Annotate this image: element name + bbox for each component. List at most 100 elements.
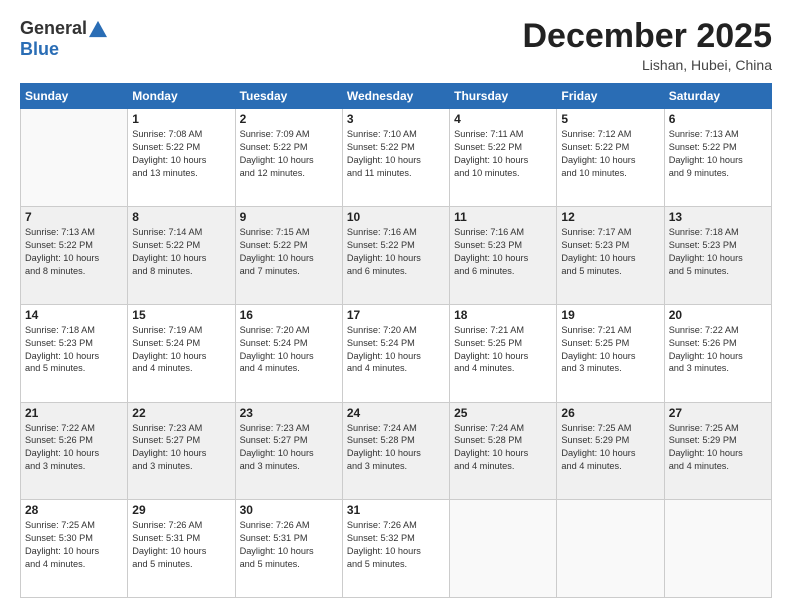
day-info: Sunrise: 7:16 AM Sunset: 5:22 PM Dayligh…: [347, 226, 445, 278]
day-info: Sunrise: 7:25 AM Sunset: 5:29 PM Dayligh…: [561, 422, 659, 474]
day-info: Sunrise: 7:26 AM Sunset: 5:32 PM Dayligh…: [347, 519, 445, 571]
calendar-cell: 23 Sunrise: 7:23 AM Sunset: 5:27 PM Dayli…: [235, 402, 342, 500]
day-info: Sunrise: 7:14 AM Sunset: 5:22 PM Dayligh…: [132, 226, 230, 278]
day-number: 31: [347, 503, 445, 517]
title-block: December 2025 Lishan, Hubei, China: [522, 18, 772, 73]
calendar-cell: 7Sunrise: 7:13 AM Sunset: 5:22 PM Daylig…: [21, 207, 128, 305]
calendar-cell: 2 Sunrise: 7:09 AM Sunset: 5:22 PM Daylig…: [235, 109, 342, 207]
day-info: Sunrise: 7:21 AM Sunset: 5:25 PM Dayligh…: [454, 324, 552, 376]
day-number: 16: [240, 308, 338, 322]
day-info: Sunrise: 7:18 AM Sunset: 5:23 PM Dayligh…: [25, 324, 123, 376]
day-info: Sunrise: 7:17 AM Sunset: 5:23 PM Dayligh…: [561, 226, 659, 278]
logo: General Blue: [20, 18, 107, 60]
day-number: 8: [132, 210, 230, 224]
day-number: 26: [561, 406, 659, 420]
day-number: 19: [561, 308, 659, 322]
weekday-header-sunday: Sunday: [21, 84, 128, 109]
calendar-cell: 19 Sunrise: 7:21 AM Sunset: 5:25 PM Dayli…: [557, 304, 664, 402]
day-info: Sunrise: 7:26 AM Sunset: 5:31 PM Dayligh…: [132, 519, 230, 571]
calendar-cell: 3Sunrise: 7:10 AM Sunset: 5:22 PM Daylig…: [342, 109, 449, 207]
day-number: 12: [561, 210, 659, 224]
calendar-cell: [21, 109, 128, 207]
day-info: Sunrise: 7:24 AM Sunset: 5:28 PM Dayligh…: [454, 422, 552, 474]
calendar-cell: 6Sunrise: 7:13 AM Sunset: 5:22 PM Daylig…: [664, 109, 771, 207]
day-info: Sunrise: 7:25 AM Sunset: 5:29 PM Dayligh…: [669, 422, 767, 474]
day-number: 21: [25, 406, 123, 420]
weekday-header-tuesday: Tuesday: [235, 84, 342, 109]
day-number: 4: [454, 112, 552, 126]
day-info: Sunrise: 7:23 AM Sunset: 5:27 PM Dayligh…: [240, 422, 338, 474]
day-number: 9: [240, 210, 338, 224]
calendar-cell: [664, 500, 771, 598]
calendar-cell: 8 Sunrise: 7:14 AM Sunset: 5:22 PM Daylig…: [128, 207, 235, 305]
day-info: Sunrise: 7:25 AM Sunset: 5:30 PM Dayligh…: [25, 519, 123, 571]
calendar-cell: 10 Sunrise: 7:16 AM Sunset: 5:22 PM Dayli…: [342, 207, 449, 305]
calendar-week-row: 7Sunrise: 7:13 AM Sunset: 5:22 PM Daylig…: [21, 207, 772, 305]
logo-text: General: [20, 18, 107, 39]
weekday-header-row: SundayMondayTuesdayWednesdayThursdayFrid…: [21, 84, 772, 109]
day-number: 2: [240, 112, 338, 126]
day-info: Sunrise: 7:16 AM Sunset: 5:23 PM Dayligh…: [454, 226, 552, 278]
day-number: 10: [347, 210, 445, 224]
day-info: Sunrise: 7:10 AM Sunset: 5:22 PM Dayligh…: [347, 128, 445, 180]
calendar-cell: 28Sunrise: 7:25 AM Sunset: 5:30 PM Dayli…: [21, 500, 128, 598]
calendar-week-row: 14 Sunrise: 7:18 AM Sunset: 5:23 PM Dayli…: [21, 304, 772, 402]
calendar-cell: 31 Sunrise: 7:26 AM Sunset: 5:32 PM Dayli…: [342, 500, 449, 598]
day-info: Sunrise: 7:22 AM Sunset: 5:26 PM Dayligh…: [25, 422, 123, 474]
day-number: 15: [132, 308, 230, 322]
calendar-week-row: 21 Sunrise: 7:22 AM Sunset: 5:26 PM Dayli…: [21, 402, 772, 500]
day-number: 6: [669, 112, 767, 126]
day-info: Sunrise: 7:09 AM Sunset: 5:22 PM Dayligh…: [240, 128, 338, 180]
calendar-cell: 24Sunrise: 7:24 AM Sunset: 5:28 PM Dayli…: [342, 402, 449, 500]
calendar-cell: 18 Sunrise: 7:21 AM Sunset: 5:25 PM Dayli…: [450, 304, 557, 402]
calendar-cell: 21 Sunrise: 7:22 AM Sunset: 5:26 PM Dayli…: [21, 402, 128, 500]
weekday-header-thursday: Thursday: [450, 84, 557, 109]
day-number: 22: [132, 406, 230, 420]
day-info: Sunrise: 7:11 AM Sunset: 5:22 PM Dayligh…: [454, 128, 552, 180]
logo-general: General: [20, 18, 87, 39]
day-info: Sunrise: 7:08 AM Sunset: 5:22 PM Dayligh…: [132, 128, 230, 180]
weekday-header-friday: Friday: [557, 84, 664, 109]
day-info: Sunrise: 7:20 AM Sunset: 5:24 PM Dayligh…: [347, 324, 445, 376]
day-number: 24: [347, 406, 445, 420]
day-number: 20: [669, 308, 767, 322]
calendar-cell: [557, 500, 664, 598]
calendar-table: SundayMondayTuesdayWednesdayThursdayFrid…: [20, 83, 772, 598]
day-info: Sunrise: 7:18 AM Sunset: 5:23 PM Dayligh…: [669, 226, 767, 278]
day-number: 11: [454, 210, 552, 224]
calendar-cell: 26 Sunrise: 7:25 AM Sunset: 5:29 PM Dayli…: [557, 402, 664, 500]
logo-icon: [89, 20, 107, 38]
day-number: 18: [454, 308, 552, 322]
day-number: 14: [25, 308, 123, 322]
day-number: 17: [347, 308, 445, 322]
day-info: Sunrise: 7:21 AM Sunset: 5:25 PM Dayligh…: [561, 324, 659, 376]
calendar-cell: 4 Sunrise: 7:11 AM Sunset: 5:22 PM Daylig…: [450, 109, 557, 207]
calendar-cell: 9 Sunrise: 7:15 AM Sunset: 5:22 PM Daylig…: [235, 207, 342, 305]
calendar-cell: 14 Sunrise: 7:18 AM Sunset: 5:23 PM Dayli…: [21, 304, 128, 402]
day-info: Sunrise: 7:15 AM Sunset: 5:22 PM Dayligh…: [240, 226, 338, 278]
day-number: 1: [132, 112, 230, 126]
calendar-cell: 30Sunrise: 7:26 AM Sunset: 5:31 PM Dayli…: [235, 500, 342, 598]
calendar-cell: 12 Sunrise: 7:17 AM Sunset: 5:23 PM Dayli…: [557, 207, 664, 305]
month-title: December 2025: [522, 18, 772, 55]
calendar-cell: 11 Sunrise: 7:16 AM Sunset: 5:23 PM Dayli…: [450, 207, 557, 305]
day-number: 13: [669, 210, 767, 224]
day-number: 23: [240, 406, 338, 420]
day-info: Sunrise: 7:22 AM Sunset: 5:26 PM Dayligh…: [669, 324, 767, 376]
calendar-cell: 22 Sunrise: 7:23 AM Sunset: 5:27 PM Dayli…: [128, 402, 235, 500]
calendar-cell: 5Sunrise: 7:12 AM Sunset: 5:22 PM Daylig…: [557, 109, 664, 207]
page: General Blue December 2025 Lishan, Hubei…: [0, 0, 792, 612]
logo-blue: Blue: [20, 39, 59, 60]
day-info: Sunrise: 7:12 AM Sunset: 5:22 PM Dayligh…: [561, 128, 659, 180]
day-number: 30: [240, 503, 338, 517]
day-number: 27: [669, 406, 767, 420]
calendar-week-row: 1 Sunrise: 7:08 AM Sunset: 5:22 PM Daylig…: [21, 109, 772, 207]
location: Lishan, Hubei, China: [522, 57, 772, 73]
day-number: 29: [132, 503, 230, 517]
weekday-header-monday: Monday: [128, 84, 235, 109]
calendar-cell: 27 Sunrise: 7:25 AM Sunset: 5:29 PM Dayli…: [664, 402, 771, 500]
calendar-cell: 29 Sunrise: 7:26 AM Sunset: 5:31 PM Dayli…: [128, 500, 235, 598]
day-number: 25: [454, 406, 552, 420]
weekday-header-saturday: Saturday: [664, 84, 771, 109]
day-info: Sunrise: 7:23 AM Sunset: 5:27 PM Dayligh…: [132, 422, 230, 474]
